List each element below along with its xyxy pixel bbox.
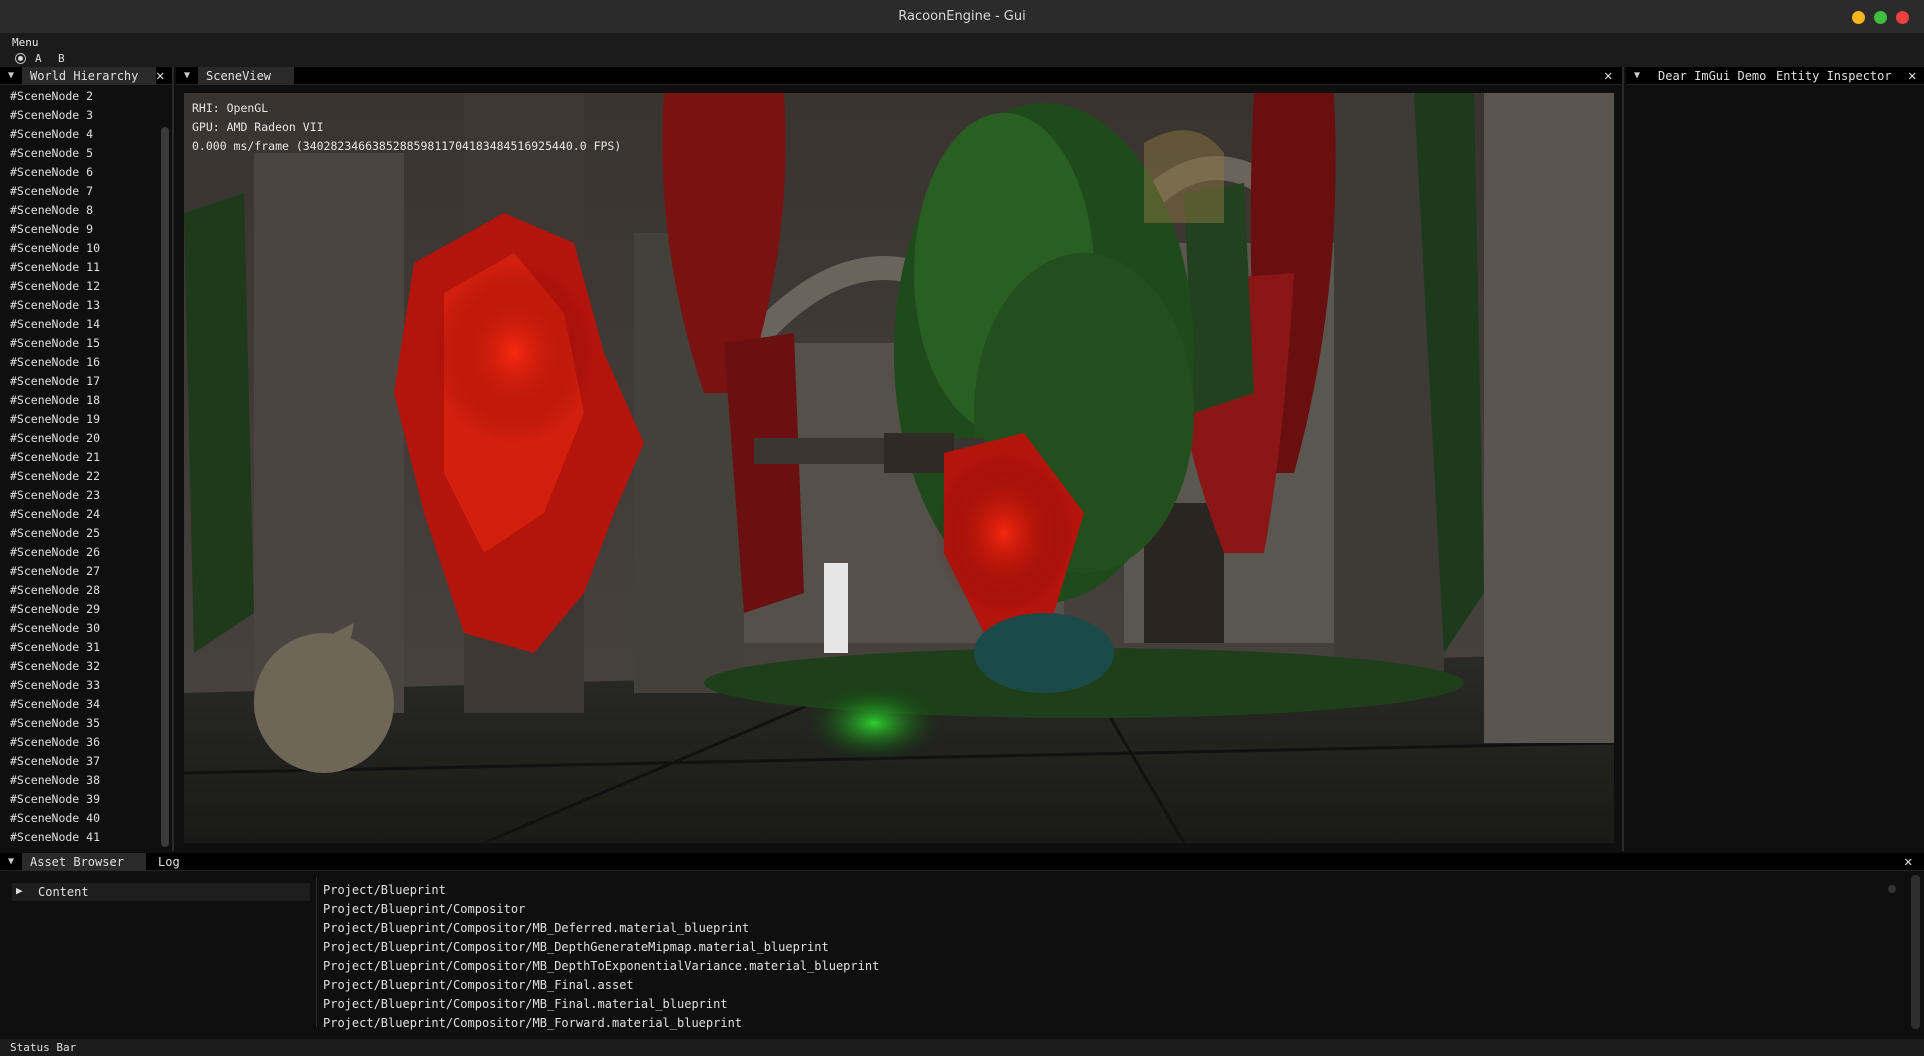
hierarchy-item[interactable]: #SceneNode 25 [0,524,158,543]
content-tree-root[interactable]: ▶ Content [12,883,310,901]
rendered-scene-image [184,93,1614,843]
content-tree-label: Content [38,885,89,899]
hierarchy-item[interactable]: #SceneNode 2 [0,87,158,106]
hierarchy-item[interactable]: #SceneNode 9 [0,220,158,239]
hierarchy-item[interactable]: #SceneNode 36 [0,733,158,752]
menu-button[interactable]: Menu [12,36,39,49]
hierarchy-item[interactable]: #SceneNode 10 [0,239,158,258]
hierarchy-item[interactable]: #SceneNode 11 [0,258,158,277]
asset-item[interactable]: Project/Blueprint/Compositor/MB_DepthGen… [323,938,879,957]
option-b-label[interactable]: B [58,52,65,65]
hierarchy-item[interactable]: #SceneNode 39 [0,790,158,809]
hierarchy-item[interactable]: #SceneNode 29 [0,600,158,619]
scene-view-panel: ▼ SceneView ✕ RHI: OpenGL GPU: AMD Radeo… [176,67,1624,851]
world-hierarchy-panel: ▼ World Hierarchy ✕ #SceneNode 2 #SceneNo… [0,67,174,851]
tab-sceneview[interactable]: SceneView [198,67,294,85]
hierarchy-list: #SceneNode 2 #SceneNode 3 #SceneNode 4 #Sce… [0,87,158,847]
hierarchy-item[interactable]: #SceneNode 8 [0,201,158,220]
close-window-button[interactable] [1896,11,1909,24]
chevron-right-icon[interactable]: ▶ [16,884,23,897]
right-tabbar: ▼ Dear ImGui Demo Entity Inspector ✕ [1626,67,1924,85]
hierarchy-item[interactable]: #SceneNode 32 [0,657,158,676]
hierarchy-item[interactable]: #SceneNode 16 [0,353,158,372]
hierarchy-item[interactable]: #SceneNode 12 [0,277,158,296]
asset-item[interactable]: Project/Blueprint/Compositor/MB_Deferred… [323,919,879,938]
hierarchy-item[interactable]: #SceneNode 3 [0,106,158,125]
hierarchy-item[interactable]: #SceneNode 20 [0,429,158,448]
option-a-radio[interactable] [15,53,26,64]
menu-bar: Menu [0,34,1924,50]
hierarchy-item[interactable]: #SceneNode 7 [0,182,158,201]
hierarchy-item[interactable]: #SceneNode 34 [0,695,158,714]
hierarchy-item[interactable]: #SceneNode 21 [0,448,158,467]
hierarchy-item[interactable]: #SceneNode 28 [0,581,158,600]
window-menu-icon[interactable]: ▼ [1634,70,1640,81]
window-menu-icon[interactable]: ▼ [184,70,190,81]
asset-scroll-thumb[interactable] [1888,885,1896,893]
minimize-button[interactable] [1852,11,1865,24]
hierarchy-scrollbar[interactable] [161,127,169,847]
panel-splitter[interactable] [316,877,317,1027]
tab-entity-inspector[interactable]: Entity Inspector [1768,67,1900,85]
window-title: RacoonEngine - Gui [898,9,1026,24]
status-text: Status Bar [10,1041,77,1054]
right-panel: ▼ Dear ImGui Demo Entity Inspector ✕ [1626,67,1924,851]
close-icon[interactable]: ✕ [1908,68,1916,84]
window-titlebar[interactable]: RacoonEngine - Gui [0,0,1924,34]
asset-item[interactable]: Project/Blueprint/Compositor/MB_DepthToE… [323,957,879,976]
frame-stats: 0.000 ms/frame (340282346638528859811704… [192,139,622,153]
hierarchy-item[interactable]: #SceneNode 30 [0,619,158,638]
tab-world-hierarchy[interactable]: World Hierarchy [22,67,156,85]
asset-item[interactable]: Project/Blueprint/Compositor/MB_Final.as… [323,976,879,995]
asset-item[interactable]: Project/Blueprint/Compositor [323,900,879,919]
toolbar: A B [0,50,1924,67]
status-bar: Status Bar [0,1039,1924,1056]
hierarchy-item[interactable]: #SceneNode 14 [0,315,158,334]
hierarchy-item[interactable]: #SceneNode 5 [0,144,158,163]
hierarchy-item[interactable]: #SceneNode 38 [0,771,158,790]
asset-item[interactable]: Project/Blueprint/Compositor/MB_Final.ma… [323,995,879,1014]
close-icon[interactable]: ✕ [1604,68,1612,84]
close-icon[interactable]: ✕ [156,68,164,84]
hierarchy-item[interactable]: #SceneNode 18 [0,391,158,410]
asset-item[interactable]: Project/Blueprint/Compositor/MB_Forward.… [323,1014,879,1033]
asset-vertical-scrollbar[interactable] [1911,875,1920,1029]
tab-dear-imgui-demo[interactable]: Dear ImGui Demo [1650,67,1774,85]
maximize-button[interactable] [1874,11,1887,24]
window-menu-icon[interactable]: ▼ [8,856,14,867]
hierarchy-item[interactable]: #SceneNode 4 [0,125,158,144]
hierarchy-item[interactable]: #SceneNode 13 [0,296,158,315]
bottom-tabbar: ▼ Asset Browser Log ✕ [0,853,1924,871]
hierarchy-item[interactable]: #SceneNode 31 [0,638,158,657]
bottom-panel: ▼ Asset Browser Log ✕ ▶ Content Project/… [0,853,1924,1039]
hierarchy-item[interactable]: #SceneNode 26 [0,543,158,562]
hierarchy-item[interactable]: #SceneNode 23 [0,486,158,505]
gpu-info: GPU: AMD Radeon VII [192,120,324,134]
hierarchy-item[interactable]: #SceneNode 27 [0,562,158,581]
close-icon[interactable]: ✕ [1904,854,1912,870]
hierarchy-tabbar: ▼ World Hierarchy ✕ [0,67,172,85]
asset-item[interactable]: Project/Blueprint [323,881,879,900]
hierarchy-item[interactable]: #SceneNode 17 [0,372,158,391]
option-a-label[interactable]: A [35,52,42,65]
rhi-info: RHI: OpenGL [192,101,269,115]
asset-inner-scrollbar[interactable] [1885,881,1897,1031]
hierarchy-item[interactable]: #SceneNode 24 [0,505,158,524]
hierarchy-item[interactable]: #SceneNode 37 [0,752,158,771]
hierarchy-item[interactable]: #SceneNode 22 [0,467,158,486]
tab-log[interactable]: Log [150,853,188,871]
hierarchy-item[interactable]: #SceneNode 19 [0,410,158,429]
asset-list: Project/Blueprint Project/Blueprint/Compo… [323,881,879,1033]
hierarchy-item[interactable]: #SceneNode 6 [0,163,158,182]
hierarchy-item[interactable]: #SceneNode 35 [0,714,158,733]
sceneview-tabbar: ▼ SceneView ✕ [176,67,1622,85]
tab-asset-browser[interactable]: Asset Browser [22,853,146,871]
hierarchy-item[interactable]: #SceneNode 15 [0,334,158,353]
scene-viewport[interactable]: RHI: OpenGL GPU: AMD Radeon VII 0.000 ms… [184,93,1614,843]
hierarchy-item[interactable]: #SceneNode 41 [0,828,158,847]
hierarchy-item[interactable]: #SceneNode 40 [0,809,158,828]
hierarchy-item[interactable]: #SceneNode 33 [0,676,158,695]
window-menu-icon[interactable]: ▼ [8,70,14,81]
